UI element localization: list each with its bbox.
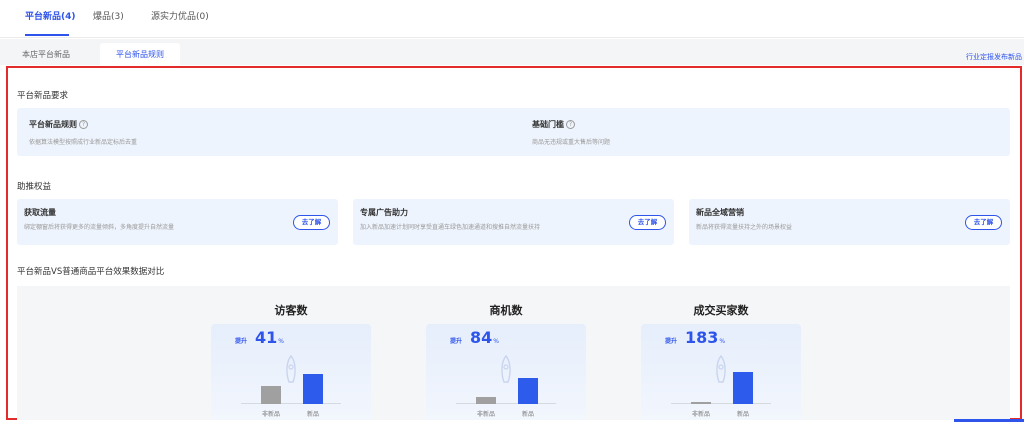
benefit-title: 新品全域营销 [696, 208, 744, 217]
industry-release-link[interactable]: 行业定报发布新品 [966, 52, 1022, 62]
bar-label-new: 新品 [736, 411, 749, 418]
lift-number: 41 [255, 328, 278, 347]
lift-unit: % [719, 338, 726, 345]
metric-card: 提升 183% 非新品 新品 [641, 324, 801, 420]
benefit-desc: 新品将获得流量扶持之外的场景权益 [696, 224, 793, 231]
benefit-title: 获取流量 [24, 208, 56, 217]
subtab-new-rules[interactable]: 平台新品规则 [100, 43, 180, 67]
req-rule-title: 平台新品规则? [29, 119, 88, 130]
active-tab-indicator [25, 34, 69, 36]
top-tab-bar: 平台新品(4) 爆品(3) 源实力优品(0) [0, 0, 1024, 38]
requirements-title: 平台新品要求 [17, 91, 69, 101]
benefit-card-traffic: 获取流量 绑定棚窗后将获得更多的流量倾斜，多角度提升自然流量 去了解 [17, 199, 338, 245]
requirements-panel: 平台新品规则? 依据算法模型按照成行业新品定标后去重 基础门槛? 商品无违规或重… [17, 108, 1010, 156]
lift-number: 84 [470, 328, 493, 347]
lift-number: 183 [685, 328, 719, 347]
bar-new [518, 378, 538, 404]
lift-value: 183% [685, 328, 725, 347]
lift-value: 84% [470, 328, 499, 347]
benefits-title: 助推权益 [17, 182, 52, 192]
req-threshold-title: 基础门槛? [532, 119, 575, 130]
metric-title: 商机数 [489, 304, 523, 317]
lift-label: 提升 [450, 338, 463, 345]
rocket-icon [286, 354, 296, 383]
metric-card: 提升 41% 非新品 新品 [211, 324, 371, 420]
req-rule-label: 平台新品规则 [29, 120, 77, 129]
bar-label-new: 新品 [521, 411, 534, 418]
benefit-desc: 加入新品加速计划同时享受直通车绿色加速通道和搜推自然流量扶持 [360, 224, 541, 231]
bar-label-non-new: 非新品 [261, 411, 280, 418]
metric-title: 成交买家数 [693, 304, 749, 317]
benefit-card-marketing: 新品全域营销 新品将获得流量扶持之外的场景权益 去了解 [689, 199, 1010, 245]
req-threshold-desc: 商品无违规或重大售后等问题 [532, 139, 611, 146]
bar-new [303, 374, 323, 404]
bar-non-new [691, 402, 711, 404]
benefit-card-ads: 专属广告助力 加入新品加速计划同时享受直通车绿色加速通道和搜推自然流量扶持 去了… [353, 199, 674, 245]
lift-label: 提升 [235, 338, 248, 345]
lift-unit: % [278, 338, 284, 345]
lift-value: 41% [255, 328, 284, 347]
learn-more-button[interactable]: 去了解 [293, 215, 330, 230]
comparison-title: 平台新品VS普通商品平台效果数据对比 [17, 267, 165, 277]
subtab-store-new[interactable]: 本店平台新品 [22, 43, 70, 67]
bar-label-non-new: 非新品 [691, 411, 710, 418]
chart-baseline [241, 403, 341, 404]
rocket-icon [501, 354, 511, 383]
bar-label-non-new: 非新品 [476, 411, 495, 418]
rocket-icon [716, 354, 726, 383]
chart-baseline [456, 403, 556, 404]
bar-non-new [261, 386, 281, 404]
metric-card: 提升 84% 非新品 新品 [426, 324, 586, 420]
bar-non-new [476, 397, 496, 404]
tab-platform-new[interactable]: 平台新品(4) [25, 9, 76, 22]
benefit-title: 专属广告助力 [360, 208, 408, 217]
bar-new [733, 372, 753, 404]
req-threshold-label: 基础门槛 [532, 120, 564, 129]
learn-more-button[interactable]: 去了解 [965, 215, 1002, 230]
lift-unit: % [493, 338, 499, 345]
lift-label: 提升 [665, 338, 678, 345]
metric-title: 访客数 [274, 304, 308, 317]
benefit-desc: 绑定棚窗后将获得更多的流量倾斜，多角度提升自然流量 [24, 224, 175, 231]
req-rule-desc: 依据算法模型按照成行业新品定标后去重 [29, 139, 138, 146]
bar-label-new: 新品 [306, 411, 319, 418]
chart-baseline [671, 403, 771, 404]
question-icon[interactable]: ? [566, 120, 575, 129]
learn-more-button[interactable]: 去了解 [629, 215, 666, 230]
question-icon[interactable]: ? [79, 120, 88, 129]
tab-source-strength[interactable]: 源实力优品(0) [151, 9, 209, 22]
tab-hot-products[interactable]: 爆品(3) [93, 9, 124, 22]
